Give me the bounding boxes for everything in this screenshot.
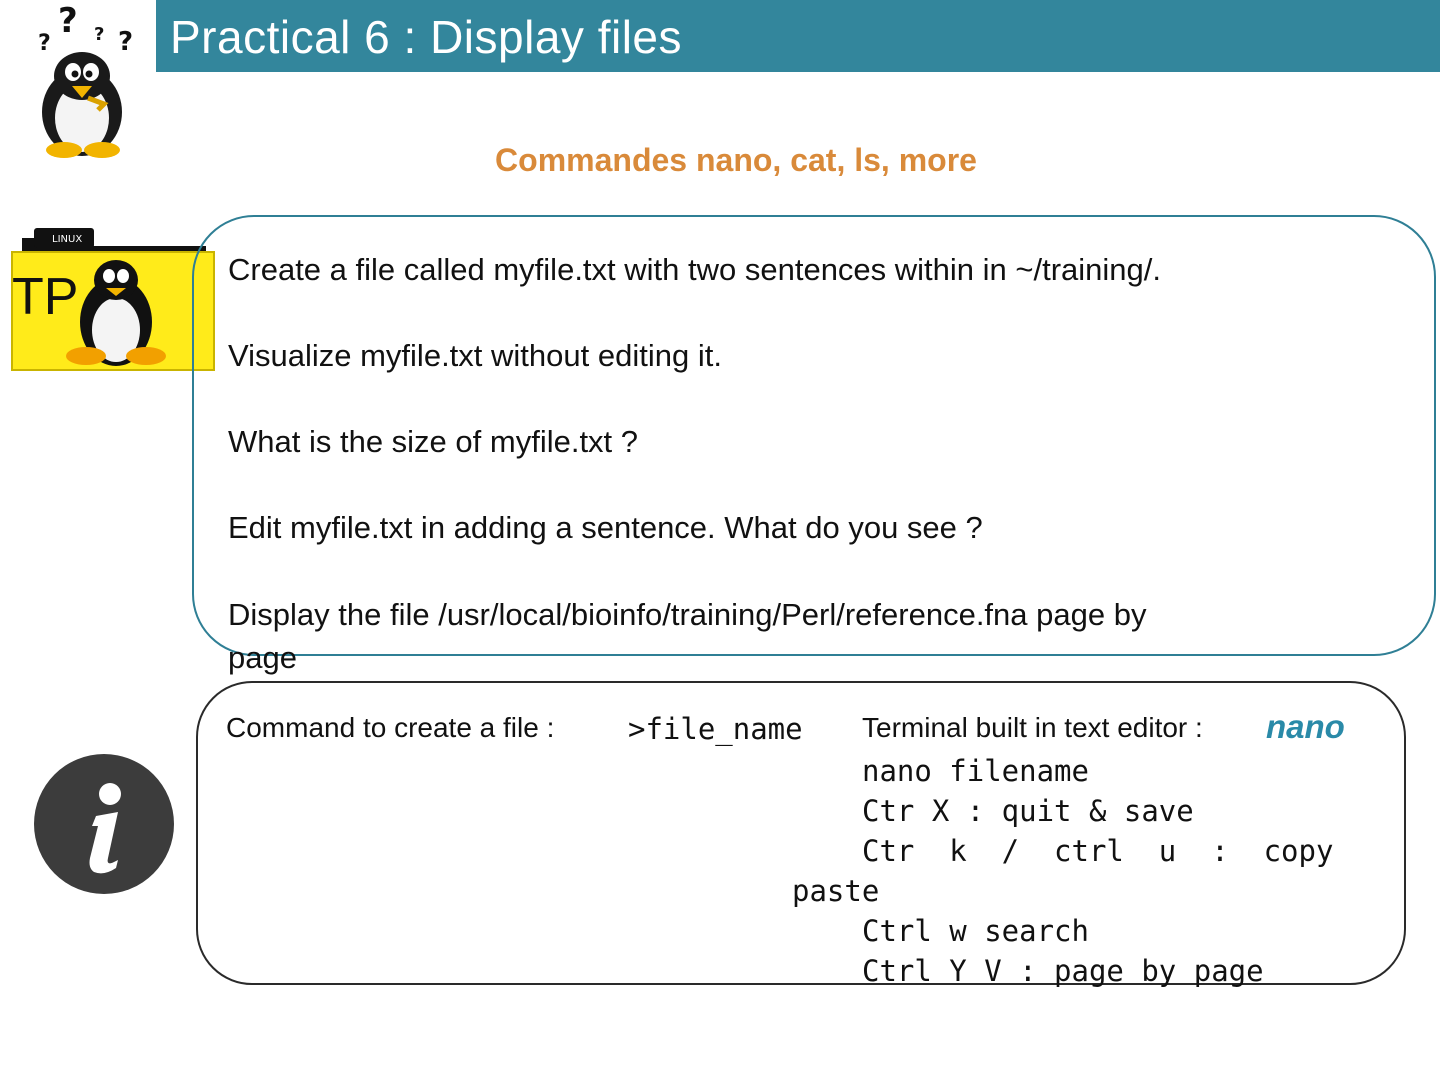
info-icon [34, 754, 174, 894]
editor-label: Terminal built in text editor : [862, 712, 1203, 743]
task-file-size: What is the size of myfile.txt ? [228, 424, 639, 459]
nano-search-shortcut: Ctrl w search [862, 914, 1089, 948]
task-edit-file: Edit myfile.txt in adding a sentence. Wh… [228, 510, 983, 545]
folder-tag: LINUX [52, 234, 82, 245]
svg-text:?: ? [118, 27, 133, 57]
svg-text:?: ? [94, 24, 104, 45]
create-file-command: >file_name [628, 712, 803, 746]
tp-linux-folder-icon: LINUX TP [8, 224, 220, 376]
task-display-reference: Display the file /usr/local/bioinfo/trai… [228, 597, 1147, 632]
nano-page-shortcut: Ctrl Y V : page by page [862, 954, 1264, 988]
task-display-reference-continued: page [228, 640, 297, 675]
folder-label: TP [12, 268, 78, 326]
section-subtitle: Commandes nano, cat, ls, more [495, 142, 977, 178]
nano-quit-shortcut: Ctr X : quit & save [862, 794, 1194, 828]
task-create-file: Create a file called myfile.txt with two… [228, 252, 1162, 287]
header-bar: Practical 6 : Display files [156, 0, 1440, 72]
page-title: Practical 6 : Display files [170, 11, 682, 63]
nano-copy-shortcut: Ctr k / ctrl u : copy [862, 834, 1334, 868]
task-visualize-file: Visualize myfile.txt without editing it. [228, 338, 722, 373]
nano-open-command: nano filename [862, 754, 1089, 788]
thinking-penguin-icon: ? ? ? ? [18, 1, 148, 162]
svg-text:?: ? [38, 31, 51, 56]
nano-paste-word: paste [792, 874, 880, 908]
svg-text:?: ? [58, 2, 78, 41]
create-file-label: Command to create a file : [226, 712, 555, 743]
editor-name: nano [1266, 708, 1345, 745]
